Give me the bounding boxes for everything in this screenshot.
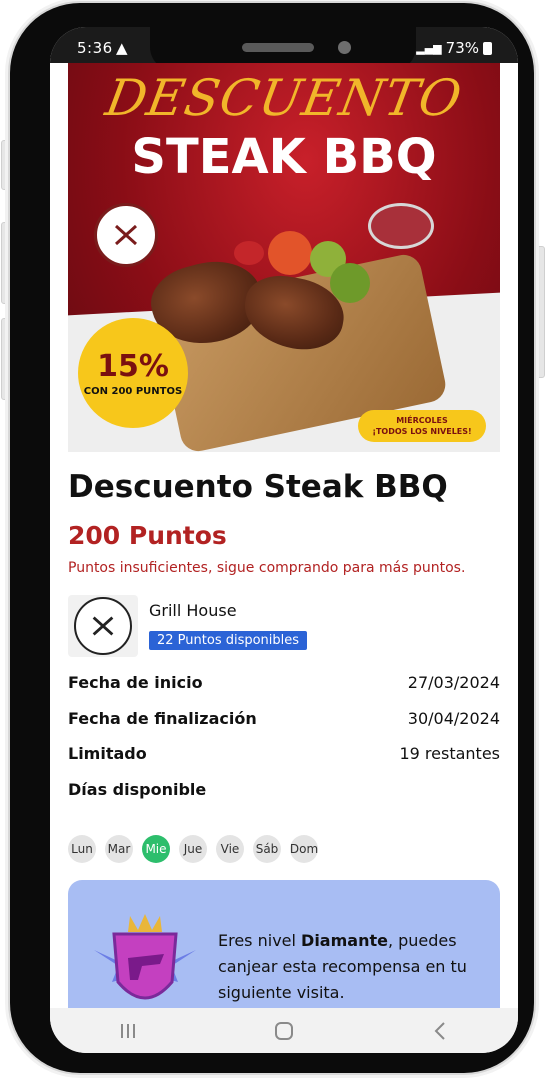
day-chip-jue: Jue — [179, 835, 207, 863]
reward-title: Descuento Steak BBQ — [68, 469, 448, 505]
reward-points: 200 Puntos — [68, 521, 227, 550]
limited-label: Limitado — [68, 744, 147, 763]
available-days-label: Días disponible — [68, 780, 207, 799]
limited-row: Limitado 19 restantes — [68, 744, 500, 763]
phone-frame: 5:36 ▲ ▂▄▆ 73% DESCUENTO STEAK BBQ 15% C… — [10, 3, 534, 1073]
day-chip-mar: Mar — [105, 835, 133, 863]
insufficient-points-message: Puntos insuficientes, sigue comprando pa… — [68, 560, 466, 576]
day-chip-vie: Vie — [216, 835, 244, 863]
pepper-slice — [234, 241, 264, 265]
start-date-row: Fecha de inicio 27/03/2024 — [68, 673, 500, 692]
end-date-row: Fecha de finalización 30/04/2024 — [68, 709, 500, 728]
tomato-slice — [268, 231, 312, 275]
diamond-level-shield-icon — [94, 914, 196, 1000]
level-name: Diamante — [301, 931, 388, 950]
android-nav-bar — [50, 1008, 518, 1053]
back-icon[interactable] — [410, 1011, 470, 1051]
weekday-line1: MIÉRCOLES — [396, 416, 448, 425]
membership-level-card: Eres nivel Diamante, puedes canjear esta… — [68, 880, 500, 1008]
store-name: Grill House — [149, 601, 237, 620]
available-points-badge: 22 Puntos disponibles — [149, 631, 308, 650]
signal-icon: ▂▄▆ — [416, 41, 442, 55]
home-icon[interactable] — [254, 1011, 314, 1051]
store-logo-circle — [74, 597, 132, 655]
warning-icon: ▲ — [116, 39, 128, 57]
banner-grill-logo — [94, 203, 158, 267]
banner-big-title: STEAK BBQ — [131, 129, 437, 185]
reward-detail-content[interactable]: DESCUENTO STEAK BBQ 15% CON 200 PUNTOS M… — [50, 63, 518, 1008]
weekday-line2: ¡TODOS LOS NIVELES! — [372, 427, 472, 436]
day-chip-dom: Dom — [290, 835, 318, 863]
reward-banner-image: DESCUENTO STEAK BBQ 15% CON 200 PUNTOS M… — [68, 63, 500, 452]
limited-value: 19 restantes — [399, 744, 500, 763]
weekday-badge: MIÉRCOLES ¡TODOS LOS NIVELES! — [358, 410, 486, 442]
level-message: Eres nivel Diamante, puedes canjear esta… — [218, 928, 486, 1006]
recents-icon[interactable] — [98, 1011, 158, 1051]
power-button — [535, 246, 545, 378]
available-days-row: Días disponible — [68, 780, 500, 799]
end-date-value: 30/04/2024 — [407, 709, 500, 728]
level-message-prefix: Eres nivel — [218, 931, 302, 950]
end-date-label: Fecha de finalización — [68, 709, 257, 728]
discount-subtitle: CON 200 PUNTOS — [83, 386, 183, 397]
day-chip-mie: Mie — [142, 835, 170, 863]
battery-percent: 73% — [445, 39, 479, 57]
start-date-value: 27/03/2024 — [407, 673, 500, 692]
store-logo — [68, 595, 138, 657]
speaker-grille — [242, 43, 314, 52]
zucchini-slice-2 — [330, 263, 370, 303]
grill-tools-icon — [114, 224, 138, 246]
available-days-list: Lun Mar Mie Jue Vie Sáb Dom — [68, 835, 318, 863]
discount-badge: 15% CON 200 PUNTOS — [78, 318, 188, 428]
status-time: 5:36 — [77, 39, 113, 57]
status-right: ▂▄▆ 73% — [416, 39, 492, 57]
gravy-boat — [368, 203, 434, 249]
store-info[interactable]: Grill House 22 Puntos disponibles — [68, 595, 498, 657]
discount-percent: 15% — [97, 349, 169, 384]
battery-icon — [483, 41, 492, 55]
day-chip-lun: Lun — [68, 835, 96, 863]
store-grill-icon — [92, 616, 114, 636]
front-camera — [338, 41, 351, 54]
start-date-label: Fecha de inicio — [68, 673, 203, 692]
banner-script-title: DESCUENTO — [101, 69, 467, 127]
day-chip-sab: Sáb — [253, 835, 281, 863]
phone-screen: 5:36 ▲ ▂▄▆ 73% DESCUENTO STEAK BBQ 15% C… — [50, 27, 518, 1053]
